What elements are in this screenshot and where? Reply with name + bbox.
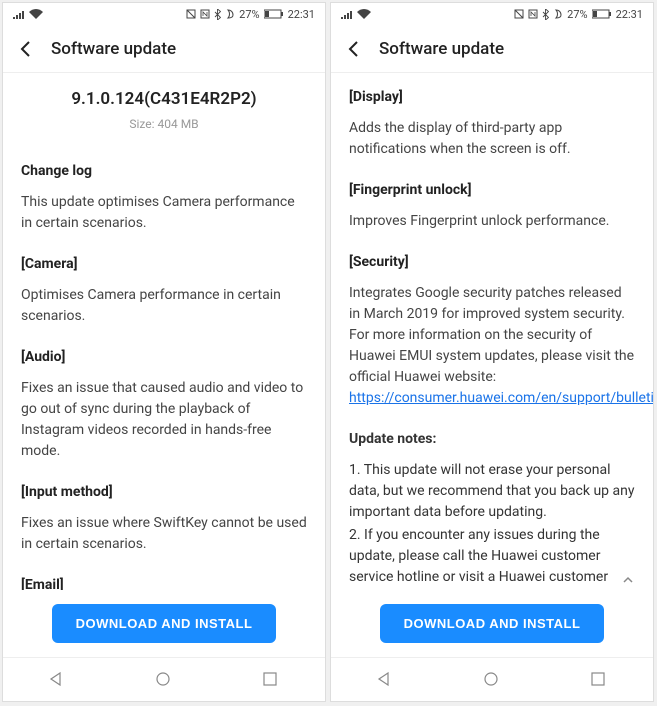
download-install-button[interactable]: DOWNLOAD AND INSTALL — [380, 604, 605, 643]
dnd-icon — [553, 9, 563, 19]
content-area[interactable]: [Display] Adds the display of third-part… — [331, 73, 653, 590]
section-email-title: [Email] — [21, 575, 307, 591]
clock-time: 22:31 — [288, 8, 315, 21]
update-size: Size: 404 MB — [21, 115, 307, 133]
bluetooth-icon — [214, 9, 221, 20]
section-fingerprint-title: [Fingerprint unlock] — [349, 180, 635, 201]
app-bar: Software update — [3, 25, 325, 73]
nav-bar — [331, 657, 653, 701]
wifi-icon — [29, 9, 43, 19]
notification-off-icon — [514, 9, 524, 19]
button-bar: DOWNLOAD AND INSTALL — [331, 590, 653, 657]
section-security-body: Integrates Google security patches relea… — [349, 283, 635, 409]
battery-percent: 27% — [239, 8, 259, 21]
signal-icon — [13, 9, 25, 19]
update-notes-heading: Update notes: — [349, 429, 635, 450]
battery-percent: 27% — [567, 8, 587, 21]
section-display-body: Adds the display of third-party app noti… — [349, 118, 635, 160]
phone-right: 27% 22:31 Software update [Display] Adds… — [330, 2, 654, 702]
status-bar: 27% 22:31 — [331, 3, 653, 25]
section-security-title: [Security] — [349, 252, 635, 273]
version-number: 9.1.0.124(C431E4R2P2) — [21, 87, 307, 113]
button-bar: DOWNLOAD AND INSTALL — [3, 590, 325, 657]
nav-back-button[interactable] — [376, 671, 394, 689]
battery-icon — [264, 9, 284, 19]
section-input-body: Fixes an issue where SwiftKey cannot be … — [21, 513, 307, 555]
security-link[interactable]: https://consumer.huawei.com/en/support/b… — [349, 390, 653, 406]
nav-bar — [3, 657, 325, 701]
battery-icon — [592, 9, 612, 19]
changelog-body: This update optimises Camera performance… — [21, 192, 307, 234]
section-fingerprint-body: Improves Fingerprint unlock performance. — [349, 211, 635, 232]
update-note-1: 1. This update will not erase your perso… — [349, 460, 635, 523]
app-bar: Software update — [331, 25, 653, 73]
bluetooth-icon — [542, 9, 549, 20]
nfc-icon — [200, 9, 210, 19]
nav-back-button[interactable] — [48, 671, 66, 689]
page-title: Software update — [51, 39, 176, 59]
clock-time: 22:31 — [616, 8, 643, 21]
security-text-1: Integrates Google security patches relea… — [349, 285, 634, 385]
content-area[interactable]: 9.1.0.124(C431E4R2P2) Size: 404 MB Chang… — [3, 73, 325, 590]
nav-recent-button[interactable] — [590, 671, 608, 689]
section-input-title: [Input method] — [21, 482, 307, 503]
section-display-title: [Display] — [349, 87, 635, 108]
section-audio-body: Fixes an issue that caused audio and vid… — [21, 378, 307, 462]
dnd-icon — [225, 9, 235, 19]
phone-left: 27% 22:31 Software update 9.1.0.124(C431… — [2, 2, 326, 702]
back-button[interactable] — [343, 39, 363, 59]
changelog-heading: Change log — [21, 161, 307, 182]
update-note-2: 2. If you encounter any issues during th… — [349, 525, 635, 590]
status-bar: 27% 22:31 — [3, 3, 325, 25]
nav-home-button[interactable] — [483, 671, 501, 689]
nav-home-button[interactable] — [155, 671, 173, 689]
page-title: Software update — [379, 39, 504, 59]
download-install-button[interactable]: DOWNLOAD AND INSTALL — [52, 604, 277, 643]
notification-off-icon — [186, 9, 196, 19]
section-camera-body: Optimises Camera performance in certain … — [21, 285, 307, 327]
nfc-icon — [528, 9, 538, 19]
nav-recent-button[interactable] — [262, 671, 280, 689]
wifi-icon — [357, 9, 371, 19]
signal-icon — [341, 9, 353, 19]
section-camera-title: [Camera] — [21, 254, 307, 275]
section-audio-title: [Audio] — [21, 347, 307, 368]
collapse-icon[interactable] — [621, 572, 635, 591]
back-button[interactable] — [15, 39, 35, 59]
